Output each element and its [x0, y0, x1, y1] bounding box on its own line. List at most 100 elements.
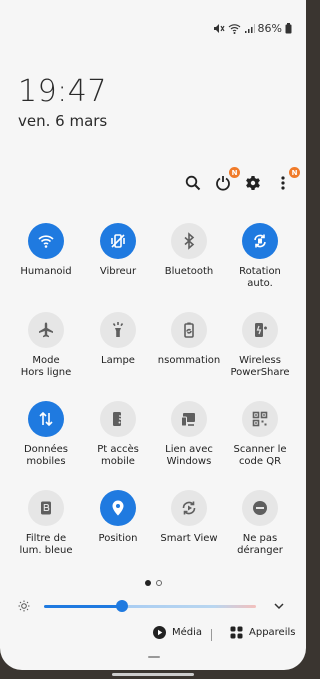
airplane-icon	[37, 321, 55, 339]
power-button[interactable]: N	[212, 167, 240, 194]
tile-label: Wireless PowerShare	[230, 355, 290, 378]
wifi-icon	[37, 232, 55, 250]
hotspot-toggle[interactable]	[100, 401, 136, 437]
tile-label: Rotation auto.	[239, 266, 281, 289]
do-not-disturb-icon	[251, 499, 269, 517]
bluetooth-toggle[interactable]	[171, 223, 207, 259]
devices-grid-icon	[230, 626, 243, 639]
tile-label: Smart View	[160, 533, 218, 544]
do-not-disturb-toggle[interactable]	[242, 490, 278, 526]
tile-label: Lien avec Windows	[165, 444, 213, 467]
mobile-data-toggle[interactable]	[28, 401, 64, 437]
media-label: Média	[172, 627, 203, 638]
power-saving-toggle[interactable]	[171, 312, 207, 348]
signal-icon	[244, 23, 255, 34]
media-button[interactable]: Média	[153, 626, 202, 639]
wireless-powershare-toggle[interactable]	[242, 312, 278, 348]
hotspot-icon	[109, 410, 127, 428]
media-devices-row: Média Appareils	[0, 626, 306, 648]
devices-button[interactable]: Appareils	[230, 626, 295, 639]
tile-label: Filtre de lum. bleue	[19, 533, 73, 556]
location-icon	[109, 499, 127, 517]
more-options-button[interactable]: N	[272, 167, 300, 194]
more-badge: N	[289, 167, 300, 178]
power-saving-icon	[180, 321, 198, 339]
more-vertical-icon	[281, 176, 285, 190]
bluetooth-icon	[180, 232, 198, 250]
link-windows-icon	[180, 410, 198, 428]
mute-icon	[213, 23, 225, 34]
brightness-control	[14, 596, 294, 616]
play-icon	[153, 626, 166, 639]
tile-airplane[interactable]: Mode Hors ligne	[6, 312, 86, 379]
battery-icon	[285, 23, 292, 34]
page-indicator	[0, 580, 306, 586]
tile-location[interactable]: Position	[78, 490, 158, 545]
smart-view-toggle[interactable]	[171, 490, 207, 526]
search-icon	[185, 175, 201, 191]
tile-link-windows[interactable]: Lien avec Windows	[149, 401, 229, 468]
settings-button[interactable]	[242, 172, 264, 194]
battery-percent: 86%	[257, 22, 282, 35]
tile-label: Données mobiles	[23, 444, 68, 467]
status-bar: 86%	[213, 22, 292, 35]
tile-label: Bluetooth	[164, 266, 214, 277]
qr-scanner-toggle[interactable]	[242, 401, 278, 437]
tile-label: Scanner le code QR	[233, 444, 287, 467]
tile-label: Mode Hors ligne	[20, 355, 72, 378]
tile-do-not-disturb[interactable]: Ne pas déranger	[220, 490, 300, 557]
tile-qr-scanner[interactable]: Scanner le code QR	[220, 401, 300, 468]
vibrate-toggle[interactable]	[100, 223, 136, 259]
tile-vibrate[interactable]: Vibreur	[78, 223, 158, 278]
wireless-powershare-icon	[251, 321, 269, 339]
tile-label: Pt accès mobile	[97, 444, 139, 467]
gear-icon	[246, 176, 260, 190]
airplane-toggle[interactable]	[28, 312, 64, 348]
chevron-down-icon[interactable]	[273, 601, 285, 611]
power-badge: N	[229, 167, 240, 178]
wifi-status-icon	[228, 23, 241, 34]
flashlight-toggle[interactable]	[100, 312, 136, 348]
location-toggle[interactable]	[100, 490, 136, 526]
quick-panel: 86% 19:47 ven. 6 mars N N Humanoid Vibreu…	[0, 0, 306, 670]
tile-hotspot[interactable]: Pt accès mobile	[78, 401, 158, 468]
tile-smart-view[interactable]: Smart View	[149, 490, 229, 545]
tile-label: Position	[98, 533, 138, 544]
tile-power-saving[interactable]: nsommation	[149, 312, 229, 367]
tile-bluetooth[interactable]: Bluetooth	[149, 223, 229, 278]
vibrate-icon	[109, 232, 127, 250]
tile-label: Ne pas déranger	[237, 533, 283, 556]
clock-time: 19:47	[18, 74, 107, 109]
tile-label: Vibreur	[99, 266, 137, 277]
devices-label: Appareils	[249, 627, 296, 638]
gesture-nav-bar[interactable]	[112, 673, 194, 676]
brightness-slider-thumb[interactable]	[116, 600, 129, 612]
page-dot[interactable]	[155, 580, 162, 586]
blue-light-filter-toggle[interactable]	[28, 490, 64, 526]
tile-blue-light-filter[interactable]: Filtre de lum. bleue	[6, 490, 86, 557]
tile-mobile-data[interactable]: Données mobiles	[6, 401, 86, 468]
link-windows-toggle[interactable]	[171, 401, 207, 437]
tile-rotate[interactable]: Rotation auto.	[220, 223, 300, 290]
brightness-icon	[18, 600, 30, 612]
wifi-toggle[interactable]	[28, 223, 64, 259]
rotate-toggle[interactable]	[242, 223, 278, 259]
flashlight-icon	[109, 321, 127, 339]
rotate-icon	[251, 232, 269, 250]
blue-light-filter-icon	[37, 499, 55, 517]
search-button[interactable]	[182, 172, 204, 194]
tile-wifi[interactable]: Humanoid	[6, 223, 86, 278]
power-icon	[216, 176, 230, 191]
clock-date: ven. 6 mars	[18, 112, 108, 130]
mobile-data-icon	[37, 410, 55, 428]
brightness-slider[interactable]	[44, 605, 256, 608]
page-dot-active	[144, 580, 151, 586]
tile-flashlight[interactable]: Lampe	[78, 312, 158, 367]
tile-wireless-powershare[interactable]: Wireless PowerShare	[220, 312, 300, 379]
tile-label: nsommation	[157, 355, 221, 366]
smart-view-icon	[180, 499, 198, 517]
qr-scanner-icon	[251, 410, 269, 428]
tile-label: Lampe	[101, 355, 135, 366]
tile-label: Humanoid	[20, 266, 72, 277]
panel-handle[interactable]	[148, 656, 160, 658]
